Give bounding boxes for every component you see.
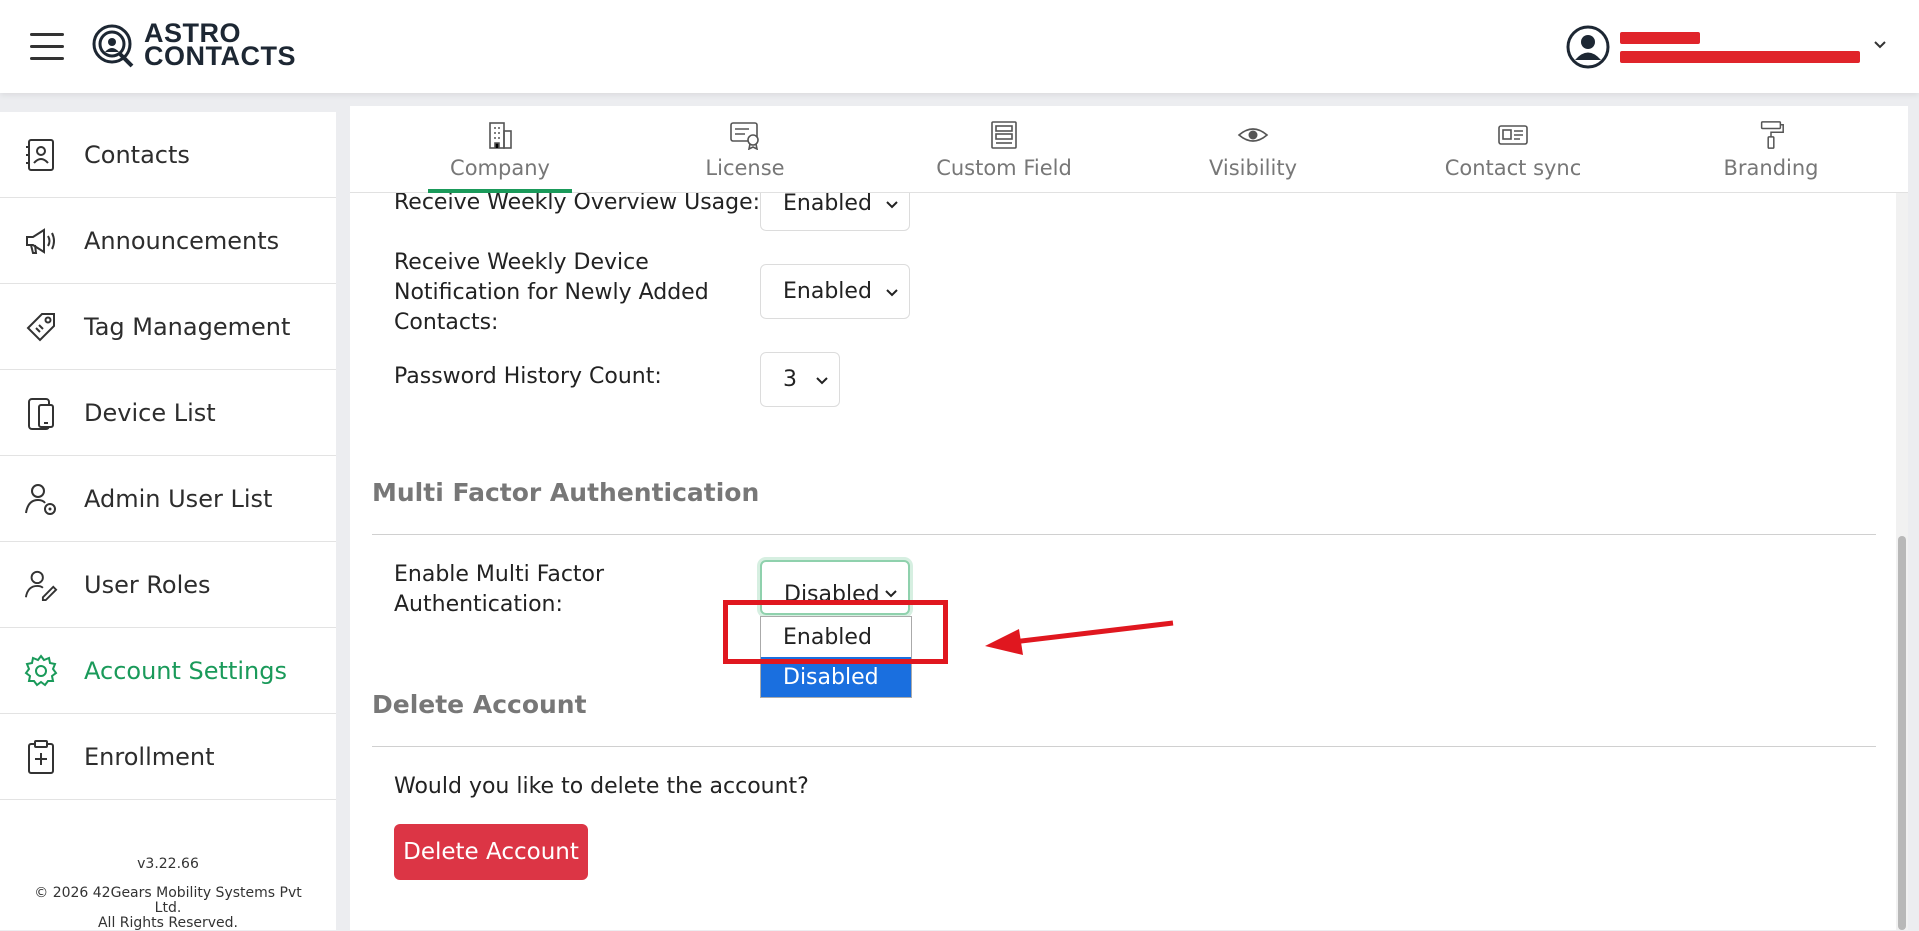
delete-section-title: Delete Account [372, 690, 587, 719]
sidebar-item-device-list[interactable]: Device List [0, 370, 336, 456]
chevron-down-icon [816, 377, 828, 385]
tab-company[interactable]: Company [428, 106, 572, 193]
redacted-user-info [1620, 25, 1860, 70]
id-card-icon [1498, 125, 1528, 145]
annotation-highlight-box [723, 600, 948, 664]
sidebar: Contacts Announcements Tag Management De… [0, 112, 336, 931]
eye-icon [1237, 128, 1269, 142]
tab-contact-sync[interactable]: Contact sync [1428, 106, 1598, 192]
sidebar-item-account-settings[interactable]: Account Settings [0, 628, 336, 714]
sidebar-item-tag-management[interactable]: Tag Management [0, 284, 336, 370]
weekly-device-label: Receive Weekly Device Notification for N… [394, 250, 709, 335]
user-role-icon [24, 568, 58, 602]
password-history-label: Password History Count: [394, 364, 662, 389]
enrollment-icon [24, 739, 58, 774]
sidebar-item-admin-user-list[interactable]: Admin User List [0, 456, 336, 542]
gear-icon [24, 653, 58, 688]
sidebar-item-label: Device List [84, 398, 216, 427]
tab-branding[interactable]: Branding [1706, 106, 1836, 192]
device-icon [24, 396, 58, 430]
sidebar-item-enrollment[interactable]: Enrollment [0, 714, 336, 800]
megaphone-icon [24, 224, 58, 258]
chevron-down-icon [886, 201, 898, 209]
menu-icon[interactable] [30, 33, 64, 60]
copyright-text: © 2026 42Gears Mobility Systems Pvt [34, 885, 302, 901]
tab-visibility[interactable]: Visibility [1188, 106, 1318, 192]
copyright-text: All Rights Reserved. [97, 915, 239, 931]
sidebar-item-label: Account Settings [84, 656, 287, 685]
scrollbar[interactable] [1896, 192, 1908, 930]
sidebar-item-announcements[interactable]: Announcements [0, 198, 336, 284]
section-divider [372, 534, 1876, 535]
avatar-icon [1566, 25, 1610, 69]
top-header: ASTRO CONTACTS [0, 0, 1919, 93]
sidebar-item-label: Tag Management [84, 312, 291, 341]
admin-user-icon [24, 482, 58, 516]
sidebar-item-label: Announcements [84, 226, 280, 255]
main-content: Company License Custom Field Visibility … [350, 106, 1908, 930]
chevron-down-icon [885, 590, 897, 598]
delete-account-button[interactable]: Delete Account [394, 824, 588, 880]
user-profile[interactable] [1566, 22, 1860, 72]
form-icon [991, 121, 1017, 149]
version-text: v3.22.66 [137, 856, 199, 872]
sidebar-item-label: Enrollment [84, 742, 215, 771]
delete-question: Would you like to delete the account? [394, 774, 809, 799]
chevron-down-icon [886, 289, 898, 297]
tab-custom-field[interactable]: Custom Field [918, 106, 1090, 192]
settings-tabs: Company License Custom Field Visibility … [350, 106, 1908, 193]
tab-license[interactable]: License [680, 106, 810, 192]
sidebar-footer: v3.22.66 © 2026 42Gears Mobility Systems… [0, 857, 336, 931]
sidebar-item-contacts[interactable]: Contacts [0, 112, 336, 198]
chevron-down-icon[interactable] [1872, 36, 1888, 52]
tag-icon [24, 310, 58, 344]
weekly-device-select[interactable]: Enabled [760, 264, 910, 319]
sidebar-item-label: User Roles [84, 570, 211, 599]
logo-text: ASTRO CONTACTS [144, 18, 296, 71]
section-divider [372, 746, 1876, 747]
annotation-arrow-icon [985, 620, 1174, 655]
sidebar-item-user-roles[interactable]: User Roles [0, 542, 336, 628]
certificate-icon [730, 122, 759, 150]
paint-roller-icon [1760, 121, 1784, 149]
astro-logo-icon [92, 24, 134, 68]
contacts-icon [24, 138, 58, 172]
copyright-text: Ltd. [154, 900, 182, 916]
mfa-label: Enable Multi Factor Authentication: [394, 562, 605, 617]
sidebar-item-label: Admin User List [84, 484, 273, 513]
app-logo[interactable]: ASTRO CONTACTS [90, 20, 296, 70]
password-history-select[interactable]: 3 [760, 352, 840, 407]
scrollbar-thumb[interactable] [1898, 536, 1906, 930]
active-tab-indicator [428, 189, 572, 193]
sidebar-item-label: Contacts [84, 140, 190, 169]
building-icon [489, 122, 512, 149]
mfa-section-title: Multi Factor Authentication [372, 478, 760, 507]
